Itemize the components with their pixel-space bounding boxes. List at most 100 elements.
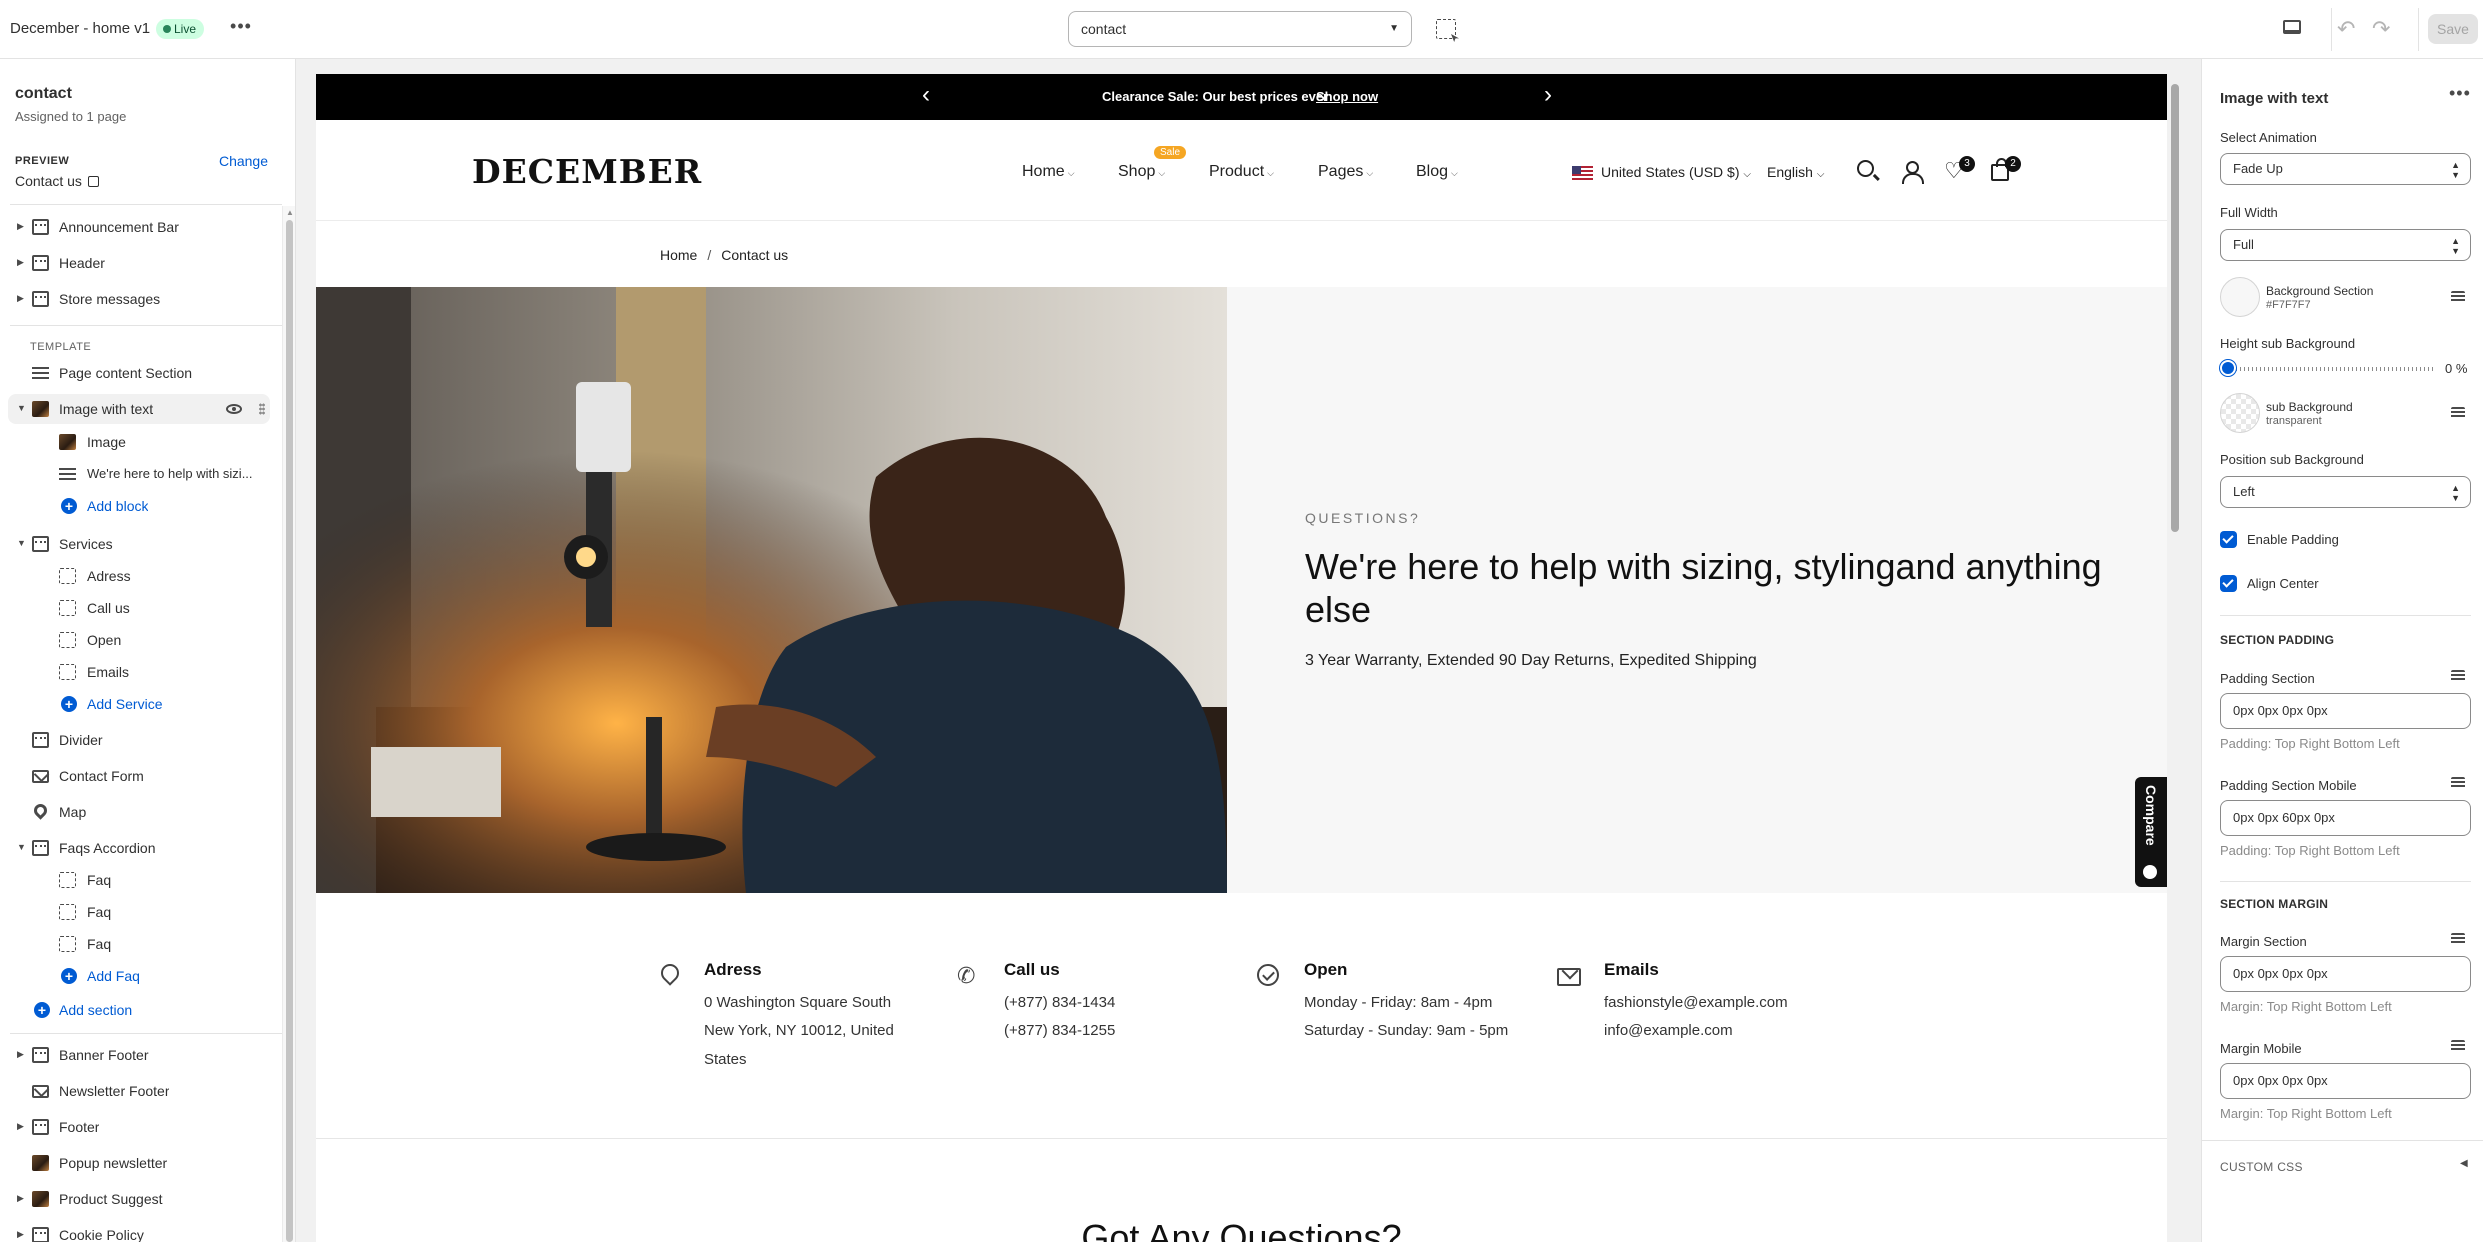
chevron-down-icon[interactable]: ▼	[17, 842, 27, 852]
height-slider-handle[interactable]	[2220, 360, 2236, 376]
dynamic-source-icon[interactable]	[2451, 407, 2465, 419]
dynamic-source-icon[interactable]	[2451, 291, 2465, 303]
section-image-with-text[interactable]: ▼ Image with text	[8, 394, 270, 424]
section-banner-footer[interactable]: ▶ Banner Footer	[0, 1040, 270, 1070]
block-faq[interactable]: Faq	[0, 865, 270, 895]
chevron-right-icon[interactable]: ▶	[17, 1229, 27, 1240]
scroll-up-icon[interactable]: ▲	[286, 208, 294, 217]
block-call-us[interactable]: Call us	[0, 593, 270, 623]
custom-css-toggle[interactable]: CUSTOM CSS	[2220, 1160, 2303, 1174]
dynamic-source-icon[interactable]	[2451, 1040, 2465, 1052]
chevron-right-icon[interactable]: ▶	[17, 293, 27, 304]
section-header[interactable]: ▶ Header	[0, 248, 270, 278]
chevron-right-icon[interactable]: ▶	[17, 1049, 27, 1060]
padding-mobile-input[interactable]: 0px 0px 60px 0px	[2220, 800, 2471, 836]
service-line[interactable]: info@example.com	[1604, 1017, 1733, 1045]
redo-icon[interactable]: ↷	[2372, 18, 2390, 40]
preview-scrollbar[interactable]	[2167, 74, 2183, 1242]
scrollbar-thumb[interactable]	[2171, 84, 2179, 532]
add-section-button[interactable]: + Add section	[0, 995, 270, 1025]
sidebar-scrollbar[interactable]: ▲	[282, 206, 295, 1242]
chevron-down-icon[interactable]: ▼	[17, 403, 27, 413]
nav-home[interactable]: Home ⌵	[1022, 163, 1075, 181]
section-store-messages[interactable]: ▶ Store messages	[0, 284, 270, 314]
undo-icon[interactable]: ↶	[2337, 18, 2355, 40]
add-block-button[interactable]: + Add block	[0, 491, 270, 521]
add-faq-button[interactable]: + Add Faq	[0, 961, 270, 991]
chevron-right-icon[interactable]: ›	[1544, 83, 1552, 107]
chevron-left-icon[interactable]: ◀	[2460, 1158, 2468, 1169]
theme-title[interactable]: December - home v1	[10, 20, 150, 37]
account-icon[interactable]	[1901, 160, 1924, 184]
breadcrumb-home[interactable]: Home	[660, 247, 697, 263]
section-popup-newsletter[interactable]: Popup newsletter	[0, 1148, 270, 1178]
language-selector[interactable]: English ⌵	[1767, 164, 1824, 180]
section-footer[interactable]: ▶ Footer	[0, 1112, 270, 1142]
section-announcement-bar[interactable]: ▶ Announcement Bar	[0, 212, 270, 242]
nav-pages[interactable]: Pages ⌵	[1318, 163, 1373, 181]
us-flag-icon	[1572, 166, 1593, 180]
image-with-text-section[interactable]: QUESTIONS? We're here to help with sizin…	[316, 287, 2167, 893]
block-adress[interactable]: Adress	[0, 561, 270, 591]
block-image[interactable]: Image	[0, 427, 270, 457]
section-divider[interactable]: Divider	[0, 725, 270, 755]
padding-section-input[interactable]: 0px 0px 0px 0px	[2220, 693, 2471, 729]
nav-product[interactable]: Product ⌵	[1209, 163, 1274, 181]
page-selector[interactable]: contact ▼	[1068, 11, 1412, 47]
dynamic-source-icon[interactable]	[2451, 670, 2465, 682]
change-preview-link[interactable]: Change	[219, 153, 268, 169]
section-faqs-accordion[interactable]: ▼ Faqs Accordion	[0, 833, 270, 863]
more-actions-button[interactable]: •••	[228, 15, 254, 41]
scrollbar-thumb[interactable]	[286, 220, 293, 1242]
currency-selector[interactable]: United States (USD $) ⌵	[1601, 164, 1751, 180]
desktop-preview-icon[interactable]	[2283, 20, 2301, 34]
height-slider-track[interactable]	[2220, 367, 2436, 371]
margin-section-input[interactable]: 0px 0px 0px 0px	[2220, 956, 2471, 992]
chevron-left-icon[interactable]: ‹	[922, 83, 930, 107]
block-open[interactable]: Open	[0, 625, 270, 655]
section-newsletter-footer[interactable]: Newsletter Footer	[0, 1076, 270, 1106]
block-faq[interactable]: Faq	[0, 929, 270, 959]
chevron-right-icon[interactable]: ▶	[17, 221, 27, 232]
select-animation-dropdown[interactable]: Fade Up ▲ ▼	[2220, 153, 2471, 185]
add-service-button[interactable]: + Add Service	[0, 689, 270, 719]
dynamic-source-icon[interactable]	[2451, 777, 2465, 789]
eye-icon[interactable]	[226, 404, 242, 414]
service-line: States	[704, 1051, 747, 1068]
section-services[interactable]: ▼ Services	[0, 529, 270, 559]
margin-mobile-input[interactable]: 0px 0px 0px 0px	[2220, 1063, 2471, 1099]
nav-blog[interactable]: Blog ⌵	[1416, 163, 1458, 181]
full-width-dropdown[interactable]: Full ▲ ▼	[2220, 229, 2471, 261]
chevron-right-icon[interactable]: ▶	[17, 257, 27, 268]
background-color-swatch[interactable]	[2220, 277, 2260, 317]
align-center-checkbox[interactable]	[2220, 575, 2237, 592]
more-options-icon[interactable]: •••	[2449, 83, 2471, 104]
block-text[interactable]: We're here to help with sizi...	[0, 459, 270, 489]
dynamic-source-icon[interactable]	[2451, 933, 2465, 945]
block-emails[interactable]: Emails	[0, 657, 270, 687]
section-map[interactable]: Map	[0, 797, 270, 827]
sub-background-swatch[interactable]	[2220, 393, 2260, 433]
chevron-right-icon[interactable]: ▶	[17, 1121, 27, 1132]
enable-padding-checkbox[interactable]	[2220, 531, 2237, 548]
preview-page-link[interactable]: Contact us	[15, 173, 99, 189]
save-button[interactable]: Save	[2428, 14, 2478, 44]
chevron-down-icon[interactable]: ▼	[17, 538, 27, 548]
position-sub-background-dropdown[interactable]: Left ▲ ▼	[2220, 476, 2471, 508]
announcement-link[interactable]: Shop now	[1316, 89, 1378, 104]
store-logo[interactable]: DECEMBER	[472, 152, 702, 191]
service-line[interactable]: (+877) 834-1434	[1004, 989, 1115, 1017]
inspector-icon[interactable]	[1436, 19, 1456, 39]
service-line[interactable]: fashionstyle@example.com	[1604, 989, 1788, 1017]
chevron-right-icon[interactable]: ▶	[17, 1193, 27, 1204]
section-contact-form[interactable]: Contact Form	[0, 761, 270, 791]
block-faq[interactable]: Faq	[0, 897, 270, 927]
search-icon[interactable]	[1857, 160, 1874, 177]
drag-handle-icon[interactable]	[259, 403, 265, 415]
service-line[interactable]: (+877) 834-1255	[1004, 1017, 1115, 1045]
section-page-content[interactable]: Page content Section	[0, 358, 270, 388]
section-product-suggest[interactable]: ▶ Product Suggest	[0, 1184, 270, 1214]
nav-shop[interactable]: Shop ⌵	[1118, 163, 1165, 181]
compare-tab[interactable]: Compare	[2135, 777, 2167, 887]
section-cookie-policy[interactable]: ▶ Cookie Policy	[0, 1220, 270, 1242]
